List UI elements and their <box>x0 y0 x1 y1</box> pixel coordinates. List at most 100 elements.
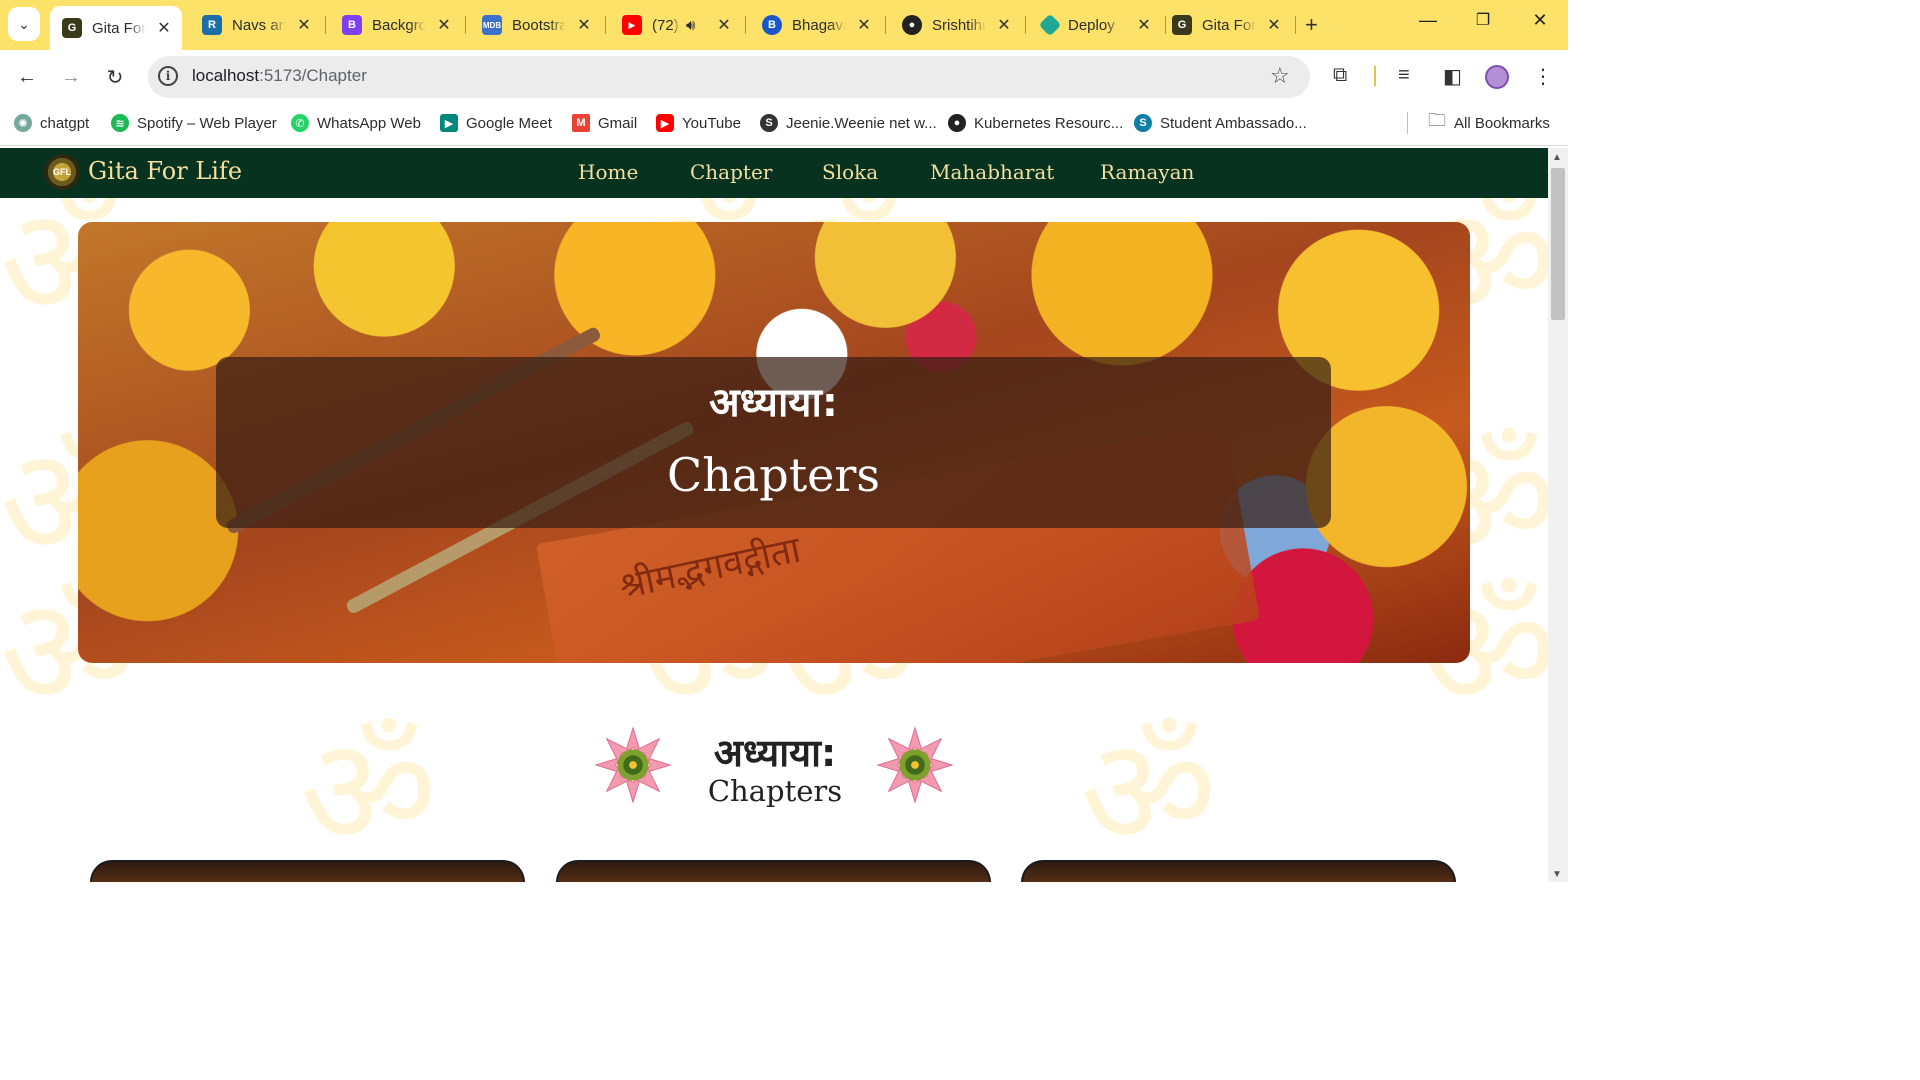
close-icon[interactable]: ✕ <box>434 15 454 35</box>
reload-icon: ↻ <box>106 66 124 89</box>
gfl-logo[interactable]: GFL <box>44 154 80 190</box>
bookmark-whatsapp[interactable]: ✆ WhatsApp Web <box>291 112 421 134</box>
close-icon[interactable]: ✕ <box>574 15 594 35</box>
bootstrap-favicon: B <box>342 15 362 35</box>
tab-separator <box>745 16 746 34</box>
chapter-card[interactable] <box>556 860 991 882</box>
menu-kebab-icon[interactable]: ⋮ <box>1533 64 1553 89</box>
rangoli-flower-icon <box>876 726 954 804</box>
extensions-icon[interactable]: ⧉ <box>1333 64 1347 87</box>
close-icon[interactable]: ✕ <box>294 15 314 35</box>
side-panel-icon[interactable]: ◧ <box>1443 64 1462 89</box>
speaker-icon[interactable]: 🔊︎ <box>686 17 695 34</box>
restore-button[interactable]: ❐ <box>1463 10 1503 30</box>
tab-deploy[interactable]: Deploy ✕ <box>1030 4 1162 46</box>
close-icon[interactable]: ✕ <box>854 15 874 35</box>
bookmark-kubernetes[interactable]: ● Kubernetes Resourc... <box>948 112 1123 134</box>
tab-background[interactable]: B Background ✕ <box>330 4 462 46</box>
tab-separator <box>325 16 326 34</box>
tab-separator <box>605 16 606 34</box>
minimize-button[interactable]: — <box>1408 10 1448 31</box>
reload-button[interactable]: ↻ <box>102 64 128 90</box>
spotify-icon: ≋ <box>111 114 129 132</box>
chapter-card[interactable] <box>1021 860 1456 882</box>
mdb-favicon: MDB <box>482 15 502 35</box>
site-navbar: GFL Gita For Life Home Chapter Sloka Mah… <box>0 148 1548 198</box>
scroll-up-arrow-icon[interactable]: ▲ <box>1552 152 1562 163</box>
url-text[interactable]: localhost:5173/Chapter <box>192 66 367 86</box>
bookmark-gmail[interactable]: M Gmail <box>572 112 637 134</box>
media-control-icon[interactable]: ≡ <box>1398 64 1410 87</box>
hero-title-devanagari: अध्याया: <box>709 380 838 426</box>
back-button[interactable]: ← <box>14 64 40 90</box>
scroll-down-arrow-icon[interactable]: ▼ <box>1552 869 1562 880</box>
tab-srishtihub[interactable]: ● Srishtihub ✕ <box>890 4 1022 46</box>
nav-link-home[interactable]: Home <box>578 160 638 184</box>
sharepoint-icon: S <box>1134 114 1152 132</box>
tab-gita-for-life[interactable]: G Gita For Life ✕ <box>50 6 182 50</box>
bookmarks-divider <box>1407 112 1408 134</box>
forward-button[interactable]: → <box>58 64 84 90</box>
bookmark-google-meet[interactable]: ▶ Google Meet <box>440 112 552 134</box>
gfl-favicon: G <box>62 18 82 38</box>
page-viewport: ॐ ॐ ॐ ॐ ॐ ॐ ॐ ॐ ॐ ॐ ॐ ॐ GFL Gita For Lif… <box>0 148 1548 882</box>
chevron-down-icon: ⌄ <box>18 15 30 32</box>
close-icon[interactable]: ✕ <box>1264 15 1284 35</box>
nav-link-mahabharat[interactable]: Mahabharat <box>930 160 1054 184</box>
section-title-english: Chapters <box>707 774 843 808</box>
toolbar-divider <box>1374 66 1376 86</box>
arrow-left-icon: ← <box>17 65 37 88</box>
chapter-card[interactable] <box>90 860 525 882</box>
close-window-button[interactable]: ✕ <box>1520 10 1560 31</box>
site-info-icon[interactable]: i <box>158 66 178 86</box>
tab-navs-and-tabs[interactable]: R Navs and tabs ✕ <box>190 4 322 46</box>
tab-bootstrap[interactable]: MDB Bootstrap ✕ <box>470 4 602 46</box>
all-bookmarks-button[interactable]: 🗀 All Bookmarks <box>1428 110 1550 134</box>
github-favicon: ● <box>902 15 922 35</box>
bookmark-youtube[interactable]: ▶ YouTube <box>656 112 741 134</box>
chatgpt-icon: ✺ <box>14 114 32 132</box>
gmail-icon: M <box>572 114 590 132</box>
close-icon[interactable]: ✕ <box>994 15 1014 35</box>
close-icon[interactable]: ✕ <box>154 18 174 38</box>
tab-separator <box>885 16 886 34</box>
section-title-devanagari: अध्याया: <box>713 731 837 775</box>
profile-avatar[interactable] <box>1485 65 1509 89</box>
arrow-right-icon: → <box>61 65 81 88</box>
jeenie-icon: S <box>760 114 778 132</box>
netlify-favicon <box>1038 13 1062 37</box>
om-watermark-icon: ॐ <box>300 706 437 880</box>
tab-bhagavad[interactable]: B Bhagavad ✕ <box>750 4 882 46</box>
gfl-favicon: G <box>1172 15 1192 35</box>
bookmark-chatgpt[interactable]: ✺ chatgpt <box>14 112 89 134</box>
youtube-icon: ▶ <box>656 114 674 132</box>
whatsapp-icon: ✆ <box>291 114 309 132</box>
tab-separator <box>465 16 466 34</box>
bhagavad-favicon: B <box>762 15 782 35</box>
tab-search-button[interactable]: ⌄ <box>8 7 40 41</box>
nav-link-ramayan[interactable]: Ramayan <box>1100 160 1194 184</box>
new-tab-button[interactable]: + <box>1305 12 1318 38</box>
react-bootstrap-favicon: R <box>202 15 222 35</box>
meet-icon: ▶ <box>440 114 458 132</box>
nav-link-chapter[interactable]: Chapter <box>690 160 772 184</box>
tab-youtube[interactable]: ▶ (72) 🔊︎ ✕ <box>610 4 742 46</box>
github-icon: ● <box>948 114 966 132</box>
scroll-thumb[interactable] <box>1551 168 1565 320</box>
youtube-favicon: ▶ <box>622 15 642 35</box>
tab-gita-for-life-2[interactable]: G Gita For Life ✕ <box>1160 4 1292 46</box>
nav-link-sloka[interactable]: Sloka <box>822 160 878 184</box>
om-watermark-icon: ॐ <box>1080 706 1217 880</box>
close-icon[interactable]: ✕ <box>1134 15 1154 35</box>
hero-title-english: Chapters <box>667 448 880 502</box>
page-scrollbar[interactable]: ▲ ▼ <box>1548 148 1568 882</box>
bookmark-spotify[interactable]: ≋ Spotify – Web Player <box>111 112 277 134</box>
bookmark-student-ambassador[interactable]: S Student Ambassado... <box>1134 112 1307 134</box>
folder-icon: 🗀 <box>1428 110 1446 130</box>
bookmark-star-icon[interactable]: ☆ <box>1270 63 1290 89</box>
tab-separator <box>1295 16 1296 34</box>
close-icon[interactable]: ✕ <box>714 15 734 35</box>
site-brand[interactable]: Gita For Life <box>88 157 242 185</box>
tab-separator <box>1025 16 1026 34</box>
bookmark-jeenie-weenie[interactable]: S Jeenie.Weenie net w... <box>760 112 937 134</box>
